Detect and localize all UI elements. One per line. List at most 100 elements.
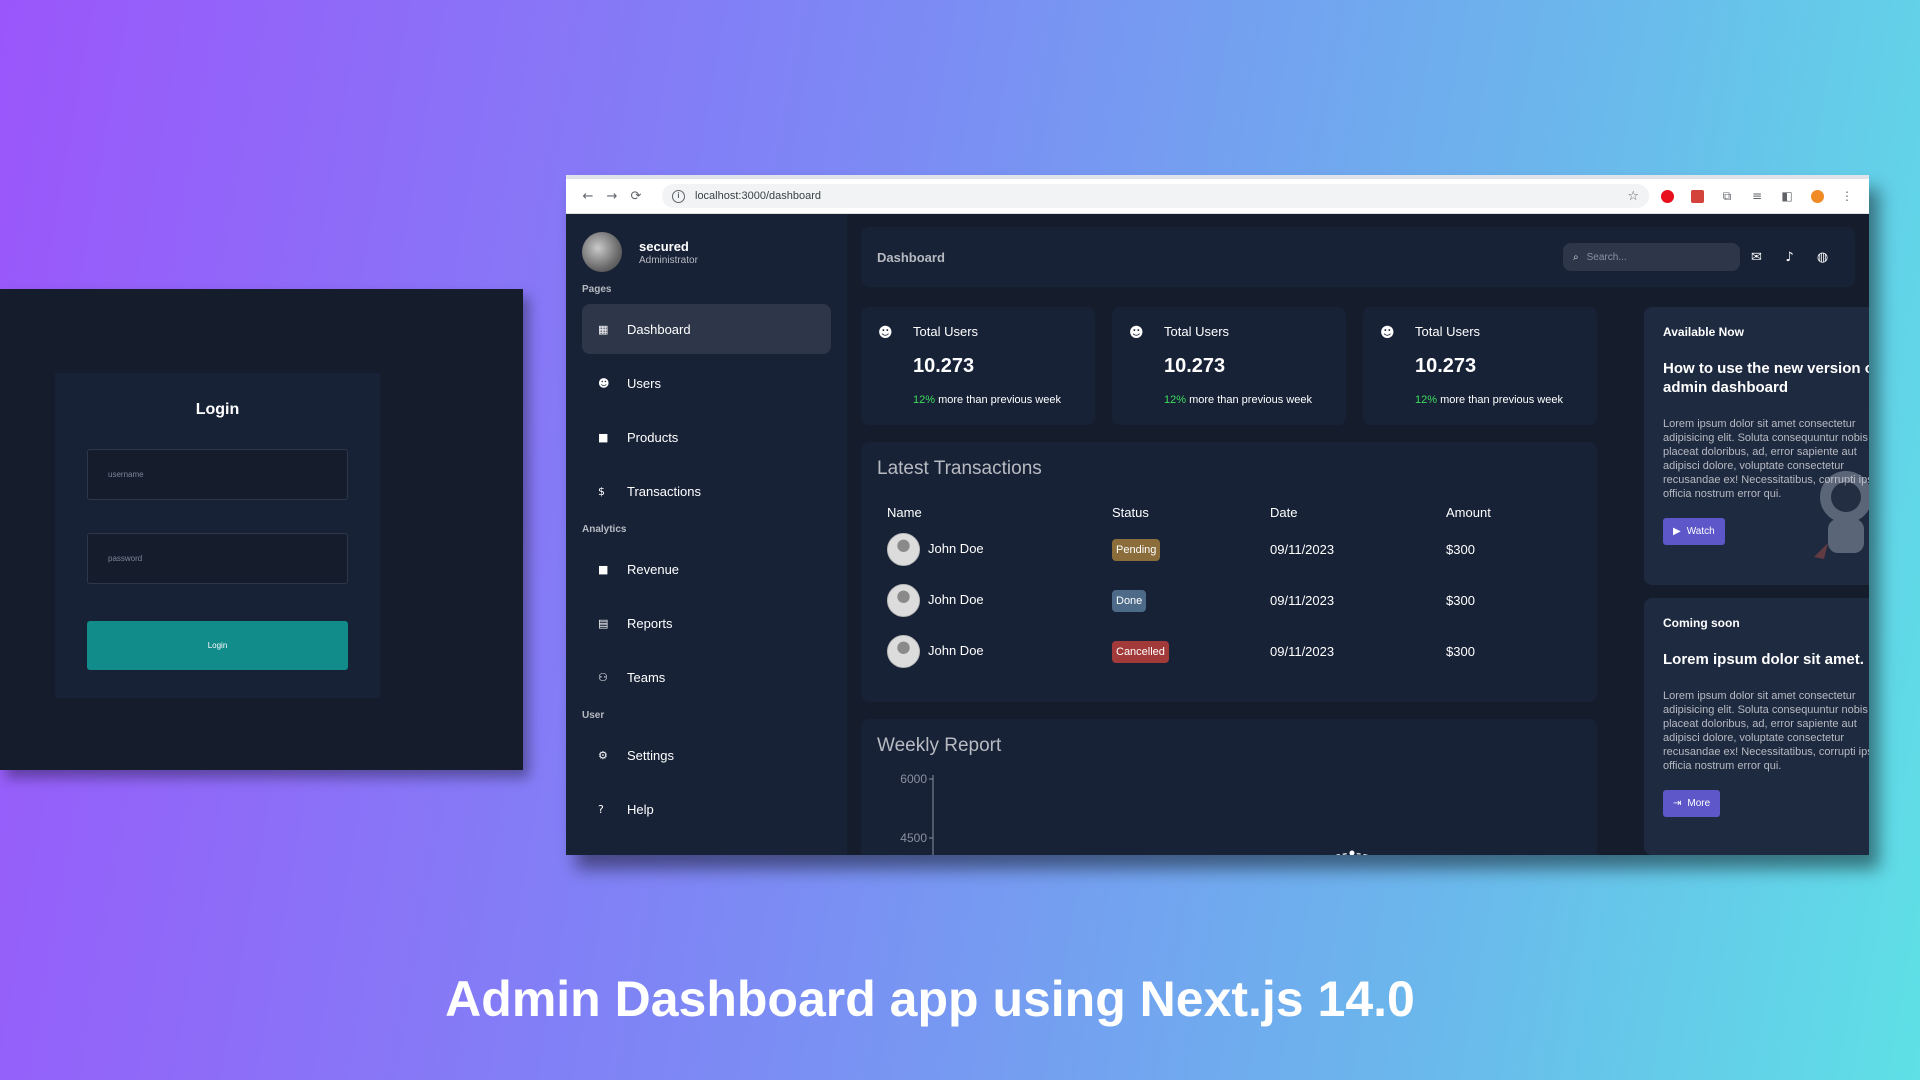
date-cell: 09/11/2023: [1270, 593, 1335, 608]
login-button[interactable]: Login: [87, 621, 348, 670]
sidebar-item-revenue[interactable]: ■ Revenue: [582, 544, 831, 594]
status-cell: Cancelled: [1112, 626, 1270, 677]
table-row[interactable]: John Doe Done 09/11/2023 $300: [877, 575, 1581, 626]
stat-percent: 12%: [1164, 394, 1187, 406]
name-cell: John Doe: [877, 575, 1112, 626]
password-input[interactable]: password: [87, 533, 348, 584]
sidebar-item-help[interactable]: ? Help: [582, 784, 831, 834]
sidebar-item-settings[interactable]: ⚙ Settings: [582, 730, 831, 780]
table-header-row: Name Status Date Amount: [877, 500, 1581, 524]
stat-detail-text: more than previous week: [1186, 394, 1312, 406]
user-avatar: [582, 232, 622, 272]
browser-toolbar: ← → ⟳ i localhost:3000/dashboard ☆ ⧉ ≡ ◧…: [566, 179, 1869, 214]
messages-icon[interactable]: ✉: [1740, 250, 1773, 265]
stat-cards: ☻ Total Users 10.273 12% more than previ…: [861, 307, 1597, 425]
name-cell: John Doe: [877, 524, 1112, 575]
stat-title: Total Users: [1164, 324, 1230, 339]
headline-caption: Admin Dashboard app using Next.js 14.0: [445, 971, 1415, 1027]
table-row[interactable]: John Doe Pending 09/11/2023 $300: [877, 524, 1581, 575]
stat-detail: 12% more than previous week: [1415, 394, 1563, 406]
stat-card[interactable]: ☻ Total Users 10.273 12% more than previ…: [1363, 307, 1597, 425]
forward-icon[interactable]: →: [600, 189, 624, 204]
opera-extension-icon[interactable]: [1655, 186, 1679, 206]
date-cell: 09/11/2023: [1270, 542, 1335, 557]
more-button-label: More: [1687, 798, 1711, 809]
dollar-icon: $: [598, 484, 605, 498]
stat-detail-text: more than previous week: [1437, 394, 1563, 406]
status-cell: Done: [1112, 575, 1270, 626]
reading-list-icon[interactable]: ≡: [1745, 186, 1769, 206]
y-tick-label: 6000: [900, 772, 927, 786]
sidebar-item-label: Help: [627, 801, 654, 817]
latest-transactions-panel: Latest Transactions Name Status Date Amo…: [861, 442, 1597, 702]
sidebar-item-label: Products: [627, 429, 679, 445]
sidebar-item-reports[interactable]: ▤ Reports: [582, 598, 831, 648]
sidebar-item-transactions[interactable]: $ Transactions: [582, 466, 831, 516]
sidebar-item-products[interactable]: ■ Products: [582, 412, 831, 462]
stat-percent: 12%: [1415, 394, 1438, 406]
astronaut-rocket-icon: [1814, 471, 1869, 559]
reload-icon[interactable]: ⟳: [624, 189, 648, 204]
browser-window: ← → ⟳ i localhost:3000/dashboard ☆ ⧉ ≡ ◧…: [566, 175, 1869, 855]
url-text[interactable]: localhost:3000/dashboard: [695, 190, 1627, 202]
extensions-puzzle-icon[interactable]: ⧉: [1715, 186, 1739, 206]
address-bar[interactable]: i localhost:3000/dashboard ☆: [662, 184, 1649, 208]
bookmark-star-icon[interactable]: ☆: [1627, 189, 1639, 204]
user-profile: secured Administrator: [582, 228, 831, 276]
username-input[interactable]: username: [87, 449, 348, 500]
profile-avatar-icon[interactable]: [1805, 186, 1829, 206]
stat-card[interactable]: ☻ Total Users 10.273 12% more than previ…: [861, 307, 1095, 425]
globe-icon[interactable]: ◍: [1806, 250, 1839, 265]
site-info-icon[interactable]: i: [672, 189, 685, 203]
amount-cell: $300: [1446, 644, 1475, 659]
stat-percent: 12%: [913, 394, 936, 406]
promo-title: Lorem ipsum dolor sit amet.: [1663, 651, 1864, 668]
status-badge: Pending: [1112, 538, 1161, 561]
stat-title: Total Users: [1415, 324, 1481, 339]
row-name: John Doe: [928, 540, 984, 556]
watch-button[interactable]: ▶ Watch: [1663, 518, 1725, 545]
search-input[interactable]: ⌕ Search...: [1563, 243, 1740, 271]
table-row[interactable]: John Doe Cancelled 09/11/2023 $300: [877, 626, 1581, 677]
side-panel-icon[interactable]: ◧: [1775, 186, 1799, 206]
weekly-report-chart: 6000 4500: [900, 772, 1369, 855]
sidebar-item-label: Teams: [627, 669, 666, 685]
sidebar-item-teams[interactable]: ⚇ Teams: [582, 652, 831, 702]
promo-tag: Coming soon: [1663, 616, 1740, 630]
pdf-extension-icon[interactable]: [1685, 186, 1709, 206]
name-cell: John Doe: [877, 626, 1112, 677]
sidebar-item-label: Users: [627, 375, 661, 391]
stat-title: Total Users: [913, 324, 979, 339]
section-pages: Pages: [582, 284, 612, 295]
column-header-amount: Amount: [1446, 504, 1491, 520]
more-arrow-icon: ⇥: [1673, 798, 1682, 809]
promo-tag: Available Now: [1663, 325, 1744, 339]
weekly-report-title: Weekly Report: [877, 735, 1002, 756]
stat-card[interactable]: ☻ Total Users 10.273 12% more than previ…: [1112, 307, 1346, 425]
sidebar-item-label: Revenue: [627, 561, 680, 577]
dashboard-app: secured Administrator Pages ▦ Dashboard …: [566, 214, 1869, 855]
more-button[interactable]: ⇥ More: [1663, 790, 1721, 817]
sidebar-item-dashboard[interactable]: ▦ Dashboard: [582, 304, 831, 354]
user-avatar-icon: [887, 584, 920, 617]
row-name: John Doe: [928, 642, 984, 658]
sidebar-item-users[interactable]: ☻ Users: [582, 358, 831, 408]
sidebar: secured Administrator Pages ▦ Dashboard …: [566, 214, 847, 855]
user-avatar-icon: [887, 533, 920, 566]
login-card: Login username password Login: [55, 373, 380, 698]
status-badge: Cancelled: [1112, 640, 1169, 663]
browser-menu-icon[interactable]: ⋮: [1835, 186, 1859, 206]
top-navbar: Dashboard ⌕ Search... ✉ ♪ ◍: [861, 227, 1855, 287]
search-icon: ⌕: [1573, 251, 1579, 263]
sidebar-item-label: Reports: [627, 615, 673, 631]
notifications-bell-icon[interactable]: ♪: [1773, 250, 1806, 265]
stat-value: 10.273: [1415, 355, 1477, 377]
sidebar-item-label: Settings: [627, 747, 674, 763]
stat-detail-text: more than previous week: [935, 394, 1061, 406]
sidebar-item-label: Dashboard: [627, 321, 691, 337]
chart-icon: ▤: [598, 616, 609, 630]
back-icon[interactable]: ←: [576, 189, 600, 204]
search-placeholder: Search...: [1586, 251, 1627, 263]
weekly-report-panel: Weekly Report 6000 4500: [861, 719, 1597, 855]
user-avatar-icon: [887, 635, 920, 668]
